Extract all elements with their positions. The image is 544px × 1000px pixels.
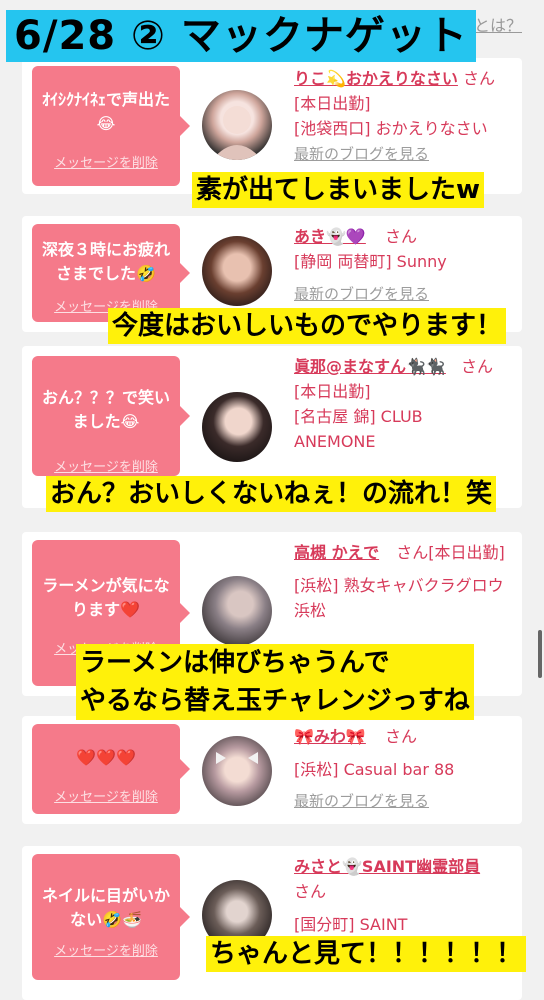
message-bubble: ❤️❤️❤️ メッセージを削除 bbox=[32, 724, 190, 814]
profile-info: みさと👻SAINT幽霊部員 さん [国分町] SAINT bbox=[294, 854, 514, 937]
avatar[interactable] bbox=[202, 736, 272, 806]
message-text: ｵｲｼｸﾅｲﾈｪで声出た😂 bbox=[41, 90, 170, 133]
caption-line: やるなら替え玉チャレンジっすね bbox=[80, 686, 470, 716]
honorific: さん bbox=[384, 727, 417, 746]
caption-1: 素が出てしまいましたw bbox=[192, 172, 485, 208]
avatar[interactable] bbox=[202, 236, 272, 306]
profile-info: りこ💫おかえりなさい さん [本日出勤] [池袋西口] おかえりなさい 最新のブ… bbox=[294, 66, 514, 167]
honorific: さん bbox=[460, 357, 493, 376]
shop-line: [名古屋 錦] CLUB bbox=[294, 407, 423, 426]
profile-name-link[interactable]: みさと👻SAINT幽霊部員 bbox=[294, 857, 480, 876]
message-text: 深夜３時にお疲れさまでした🤣 bbox=[41, 240, 170, 283]
profile-info: 眞那@まなすん🐈‍⬛🐈‍⬛ さん [本日出勤] [名古屋 錦] CLUB ANE… bbox=[294, 354, 514, 454]
profile-name-link[interactable]: 眞那@まなすん🐈‍⬛🐈‍⬛ bbox=[294, 357, 446, 376]
profile-name-link[interactable]: あき👻💜 bbox=[294, 227, 366, 246]
profile-name-link[interactable]: 高槻 かえで bbox=[294, 543, 379, 562]
shop-line: [静岡 両替町] Sunny bbox=[294, 252, 447, 271]
delete-message-link[interactable]: メッセージを削除 bbox=[32, 940, 180, 959]
message-text: ネイルに目がいかない🤣🍜 bbox=[41, 886, 170, 929]
message-bubble: ネイルに目がいかない🤣🍜 メッセージを削除 bbox=[32, 854, 190, 980]
avatar-photo bbox=[212, 106, 262, 160]
shop-line-cont: ANEMONE bbox=[294, 432, 376, 451]
latest-blog-link[interactable]: 最新のブログを見る bbox=[294, 285, 429, 303]
honorific: さん bbox=[463, 69, 496, 88]
page-title-banner: 6/28 ② マックナゲット bbox=[6, 10, 476, 62]
message-text: ❤️❤️❤️ bbox=[76, 748, 136, 767]
status-line: [本日出勤] bbox=[294, 382, 371, 401]
top-link[interactable]: とは？ bbox=[474, 12, 522, 36]
avatar[interactable] bbox=[202, 576, 272, 646]
profile-info: 高槻 かえで さん[本日出勤] [浜松] 熟女キャバクラグロウ 浜松 bbox=[294, 540, 514, 623]
honorific: さん bbox=[396, 543, 429, 562]
shop-line: [浜松] Casual bar 88 bbox=[294, 760, 455, 779]
shop-line: [池袋西口] おかえりなさい bbox=[294, 119, 488, 138]
delete-message-link[interactable]: メッセージを削除 bbox=[32, 786, 180, 805]
message-card-6: ネイルに目がいかない🤣🍜 メッセージを削除 みさと👻SAINT幽霊部員 さん [… bbox=[22, 846, 522, 1000]
shop-line: [浜松] 熟女キャバクラグロウ 浜松 bbox=[294, 576, 504, 620]
caption-4: ラーメンは伸びちゃうんで やるなら替え玉チャレンジっすね bbox=[76, 644, 474, 720]
delete-message-link[interactable]: メッセージを削除 bbox=[32, 152, 180, 171]
scrollbar-thumb[interactable] bbox=[538, 630, 542, 678]
message-bubble: おん？？？で笑いました😂 メッセージを削除 bbox=[32, 356, 190, 476]
profile-name-link[interactable]: 🎀みわ🎀 bbox=[294, 727, 366, 746]
avatar[interactable] bbox=[202, 90, 272, 160]
message-text: おん？？？で笑いました😂 bbox=[41, 388, 170, 431]
caption-line: ラーメンは伸びちゃうんで bbox=[80, 648, 390, 678]
honorific: さん bbox=[294, 882, 327, 901]
caption-3: おん？おいしくないねぇ！の流れ！笑 bbox=[46, 476, 497, 512]
message-card-5: ❤️❤️❤️ メッセージを削除 🎀みわ🎀 さん [浜松] Casual bar … bbox=[22, 716, 522, 824]
shop-line: [国分町] SAINT bbox=[294, 915, 408, 934]
profile-info: 🎀みわ🎀 さん [浜松] Casual bar 88 最新のブログを見る bbox=[294, 724, 514, 820]
caption-6: ちゃんと見て！！！！！！ bbox=[206, 936, 527, 972]
profile-info: あき👻💜 さん [静岡 両替町] Sunny 最新のブログを見る bbox=[294, 224, 514, 314]
message-bubble: ｵｲｼｸﾅｲﾈｪで声出た😂 メッセージを削除 bbox=[32, 66, 190, 186]
caption-2: 今度はおいしいものでやります！ bbox=[108, 308, 507, 344]
avatar[interactable] bbox=[202, 392, 272, 462]
bow-icon bbox=[216, 752, 258, 764]
status-line: [本日出勤] bbox=[428, 543, 505, 562]
status-line: [本日出勤] bbox=[294, 94, 371, 113]
profile-name-link[interactable]: りこ💫おかえりなさい bbox=[294, 69, 458, 88]
latest-blog-link[interactable]: 最新のブログを見る bbox=[294, 792, 429, 810]
delete-message-link[interactable]: メッセージを削除 bbox=[32, 456, 180, 475]
honorific: さん bbox=[384, 227, 417, 246]
latest-blog-link[interactable]: 最新のブログを見る bbox=[294, 145, 429, 163]
message-text: ラーメンが気になります❤️ bbox=[42, 576, 170, 619]
